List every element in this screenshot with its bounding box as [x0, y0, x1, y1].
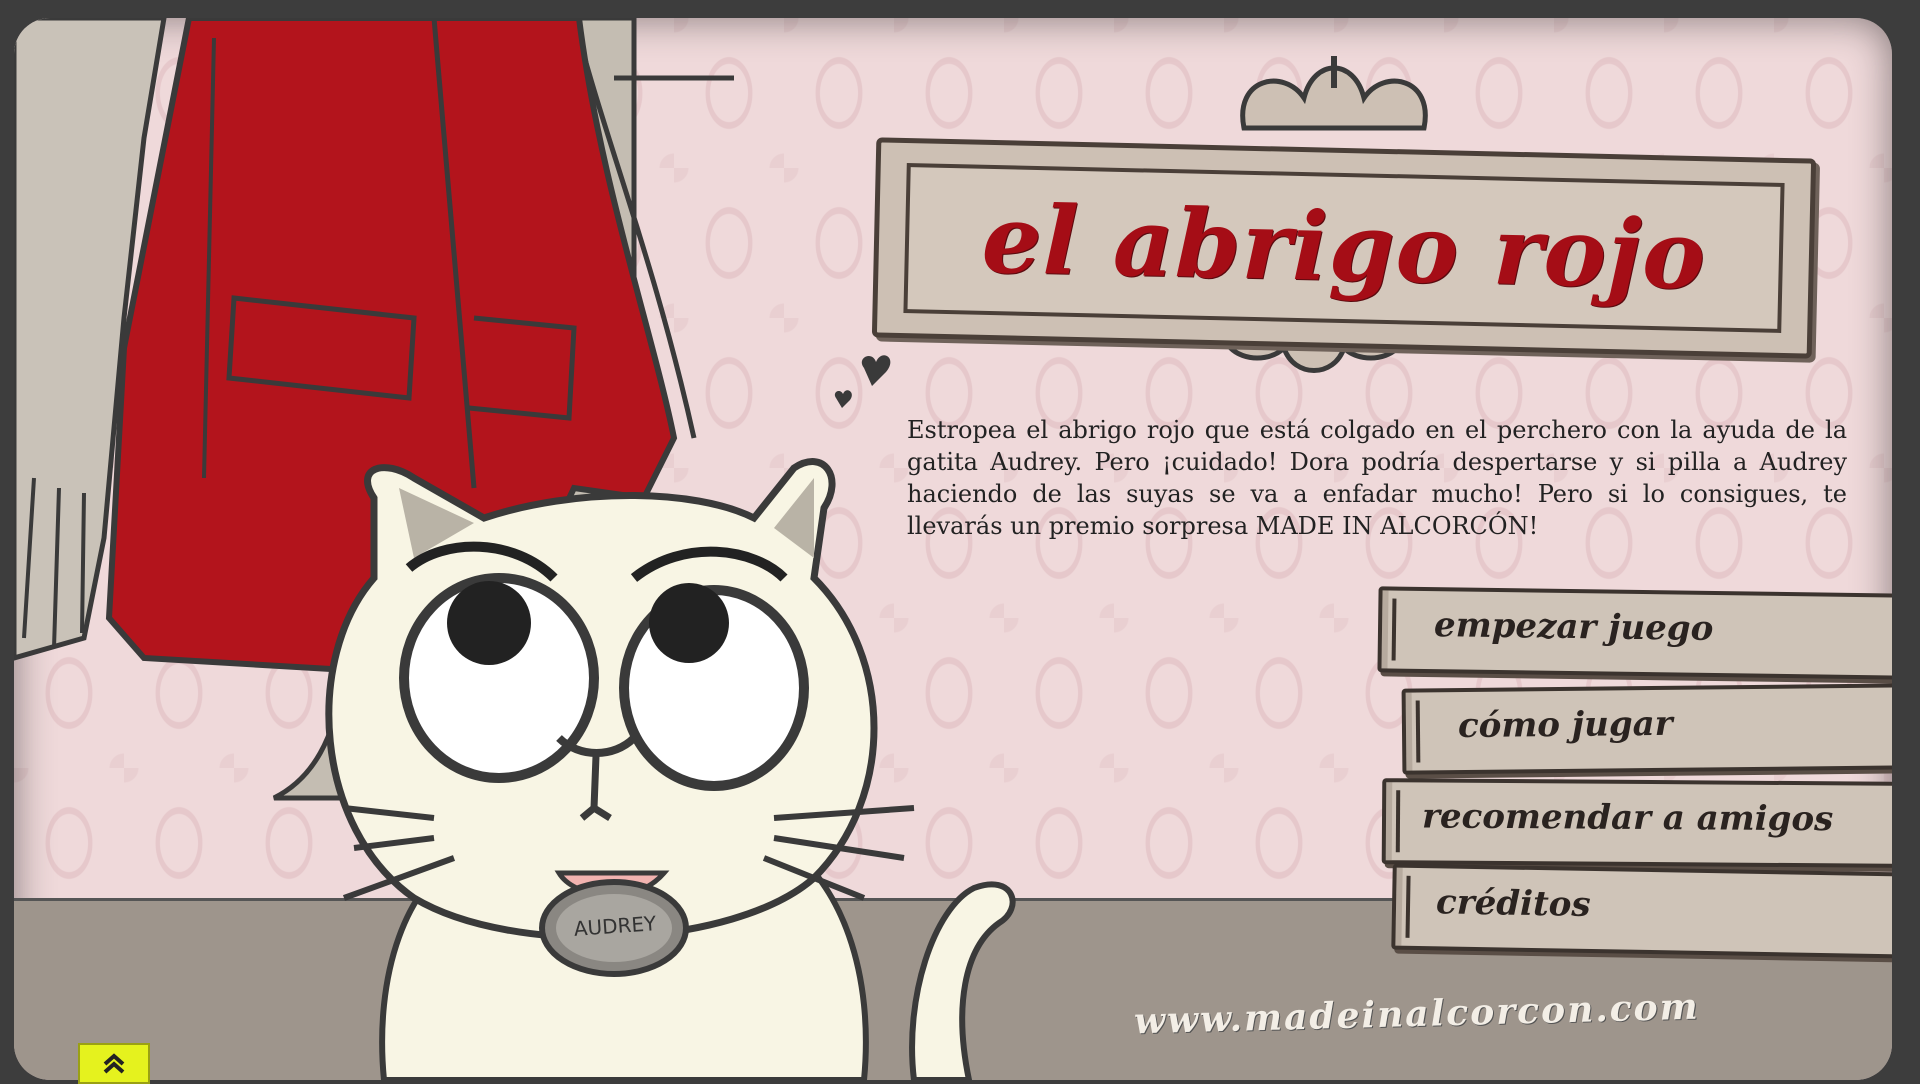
recommend-button[interactable]: recomendar a amigos [1381, 778, 1892, 868]
game-description: Estropea el abrigo rojo que está colgado… [907, 416, 1847, 540]
expand-button[interactable] [78, 1043, 150, 1084]
credits-button[interactable]: créditos [1391, 863, 1892, 959]
recommend-label: recomendar a amigos [1421, 796, 1834, 840]
double-chevron-up-icon [103, 1052, 125, 1073]
how-to-play-label: cómo jugar [1457, 703, 1673, 747]
game-frame: AUDREY el abrigo rojo Estropea el abrigo… [14, 18, 1892, 1080]
start-game-label: empezar juego [1433, 605, 1714, 649]
audrey-cat [325, 458, 915, 941]
top-ornament [1240, 56, 1428, 131]
how-to-play-button[interactable]: cómo jugar [1401, 683, 1892, 775]
hearts-icon [834, 355, 891, 408]
start-game-button[interactable]: empezar juego [1377, 586, 1892, 680]
cat-tail [909, 881, 1016, 1080]
game-title: el abrigo rojo [980, 184, 1708, 312]
title-plaque: el abrigo rojo [871, 137, 1817, 359]
title-plaque-inner: el abrigo rojo [903, 163, 1785, 333]
credits-label: créditos [1435, 882, 1591, 925]
